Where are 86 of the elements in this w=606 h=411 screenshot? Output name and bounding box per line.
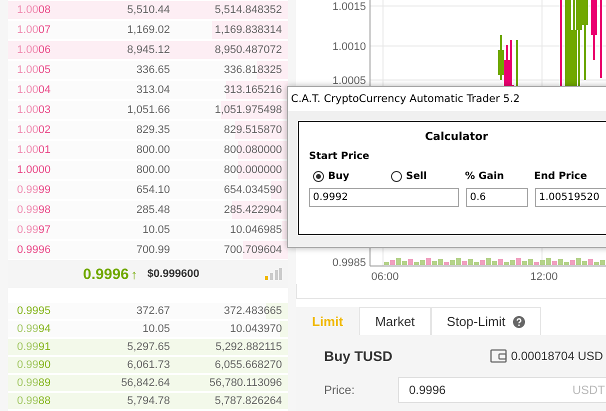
ask-price: 1.0004 <box>17 84 52 96</box>
total: 654.034590 <box>222 184 282 196</box>
ask-price: 1.0005 <box>17 64 52 76</box>
amount: 10.05 <box>141 323 170 335</box>
amount: 5,794.78 <box>126 395 170 407</box>
amount: 829.35 <box>135 124 170 136</box>
end-price-input[interactable]: 1.00519520 <box>535 188 606 207</box>
bid-price: 0.9994 <box>17 323 52 335</box>
help-icon[interactable] <box>513 316 526 328</box>
total: 372.483665 <box>222 305 282 317</box>
ask-price: 1.0000 <box>17 164 52 176</box>
bid-price: 0.9991 <box>17 341 52 353</box>
end-price-label: End Price <box>534 170 587 182</box>
ask-price: 0.9996 <box>17 244 52 256</box>
gain-label: % Gain <box>465 170 506 182</box>
amount: 800.00 <box>135 164 170 176</box>
total: 5,292.882115 <box>214 341 282 353</box>
total: 56,780.113096 <box>208 377 282 389</box>
total: 5,514.848352 <box>214 4 282 16</box>
amount: 10.05 <box>141 224 170 236</box>
bid-price: 0.9989 <box>17 377 52 389</box>
total: 800.000000 <box>222 164 282 176</box>
amount: 1,051.66 <box>126 104 170 116</box>
total: 1,169.838314 <box>214 24 282 36</box>
total: 285.422904 <box>222 204 282 216</box>
ask-price: 0.9997 <box>17 224 52 236</box>
usd-price: $0.999600 <box>147 268 200 280</box>
wallet-icon <box>490 349 507 363</box>
order-type-tab[interactable]: Stop-Limit <box>430 307 542 335</box>
calculator-heading: Calculator <box>424 130 490 143</box>
total: 6,055.668270 <box>214 359 282 371</box>
amount: 336.65 <box>135 64 170 76</box>
start-price-input[interactable]: 0.9992 <box>309 188 459 207</box>
amount: 8,945.12 <box>126 44 170 56</box>
amount: 5,297.65 <box>126 341 170 353</box>
amount: 56,842.64 <box>120 377 170 389</box>
candlestick <box>591 0 597 60</box>
amount: 5,510.44 <box>126 4 170 16</box>
ask-price: 1.0001 <box>17 144 52 156</box>
total: 10.043970 <box>229 323 282 335</box>
ask-price: 1.0008 <box>17 4 52 16</box>
amount: 654.10 <box>135 184 170 196</box>
up-arrow: ↑ <box>130 266 138 282</box>
amount: 700.99 <box>135 244 170 256</box>
total: 800.080000 <box>222 144 282 156</box>
form-title: Buy TUSD <box>324 348 394 364</box>
signal-bars-icon <box>265 268 282 280</box>
total: 700.709604 <box>222 244 282 256</box>
bid-price: 0.9990 <box>17 359 52 371</box>
last-price: 0.9996 <box>83 266 129 282</box>
ask-price: 1.0007 <box>17 24 52 36</box>
price-input[interactable]: 0.9996 USDT <box>398 377 606 403</box>
ask-price: 1.0002 <box>17 124 52 136</box>
total: 10.046985 <box>229 224 282 236</box>
y-axis-label: 1.0005 <box>332 75 366 87</box>
amount: 372.67 <box>135 305 170 317</box>
amount: 1,169.02 <box>126 24 170 36</box>
amount: 285.48 <box>135 204 170 216</box>
y-axis-label: 1.0015 <box>332 1 366 13</box>
start-price-label: Start Price <box>309 151 370 162</box>
amount: 800.00 <box>135 144 170 156</box>
gain-input[interactable]: 0.6 <box>466 188 528 207</box>
bid-price: 0.9995 <box>17 305 52 317</box>
x-axis-label: 06:00 <box>371 271 399 283</box>
amount: 313.04 <box>135 84 170 96</box>
radio-option[interactable]: Buy <box>309 170 387 182</box>
balance: 0.00018704 USD <box>511 349 604 363</box>
total: 8,950.487072 <box>214 44 282 56</box>
total: 1,051.975498 <box>214 104 282 116</box>
ask-price: 0.9999 <box>17 184 52 196</box>
bid-price: 0.9988 <box>17 395 52 407</box>
order-type-tab[interactable]: Market <box>359 307 431 335</box>
total: 336.818325 <box>222 64 282 76</box>
ask-price: 0.9998 <box>17 204 52 216</box>
y-axis-label: 0.9985 <box>332 257 366 269</box>
y-axis-label: 1.0010 <box>332 41 366 53</box>
total: 313.165216 <box>222 84 282 96</box>
x-axis-label: 12:00 <box>530 271 558 283</box>
total: 5,787.826264 <box>214 395 282 407</box>
total: 829.515870 <box>222 124 282 136</box>
ask-price: 1.0003 <box>17 104 52 116</box>
window-title: C.A.T. CryptoCurrency Automatic Trader 5.2 <box>288 87 606 111</box>
amount: 6,061.73 <box>126 359 170 371</box>
ask-price: 1.0006 <box>17 44 52 56</box>
radio-option[interactable]: Sell <box>387 170 465 182</box>
price-label: Price: <box>324 383 356 397</box>
